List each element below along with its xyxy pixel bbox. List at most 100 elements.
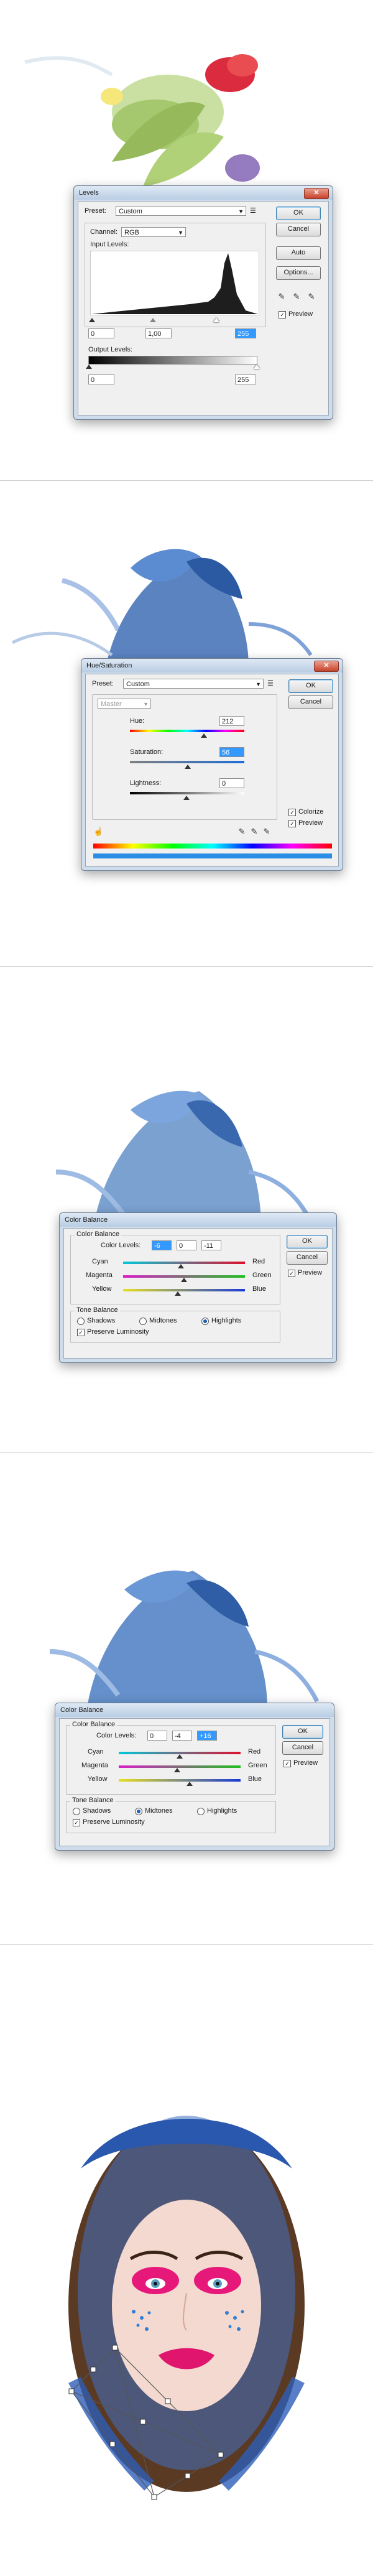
portrait-artwork	[68, 2116, 305, 2500]
close-icon[interactable]: ✕	[304, 188, 329, 199]
cancel-button[interactable]: Cancel	[287, 1251, 328, 1265]
yellow-blue-field[interactable]: +16	[197, 1731, 217, 1741]
output-black-field[interactable]: 0	[88, 374, 114, 384]
yellow-blue-field[interactable]: -11	[201, 1240, 221, 1250]
lightness-field[interactable]: 0	[219, 778, 244, 788]
panel-color-balance-1: Color Balance Color Balance Color Levels…	[0, 967, 373, 1452]
output-white-slider[interactable]	[254, 365, 260, 369]
preserve-luminosity-label: Preserve Luminosity	[87, 1328, 149, 1336]
preset-select[interactable]: Custom ▼	[123, 679, 264, 689]
colorize-label: Colorize	[298, 808, 324, 816]
yellow-label: Yellow	[92, 1285, 112, 1293]
midtones-radio[interactable]	[135, 1808, 142, 1815]
preview-checkbox[interactable]: ✓	[288, 1270, 295, 1277]
preview-label: Preview	[298, 819, 323, 827]
magenta-green-slider[interactable]	[181, 1278, 187, 1282]
auto-button[interactable]: Auto	[276, 246, 321, 260]
input-black-field[interactable]: 0	[88, 328, 114, 338]
flower-artwork-blue-refined	[49, 1570, 320, 1708]
eyedropper-gray-icon[interactable]: ✎	[292, 292, 301, 301]
preserve-luminosity-checkbox[interactable]: ✓	[77, 1329, 85, 1336]
saturation-slider[interactable]	[185, 765, 191, 769]
magenta-green-field[interactable]: -4	[172, 1731, 192, 1741]
title-bar: Hue/Saturation ✕	[81, 659, 343, 672]
preset-options-icon[interactable]: ☰	[267, 679, 274, 687]
group-label: Color Balance	[75, 1230, 122, 1238]
black-point-slider[interactable]	[89, 318, 95, 322]
hand-icon[interactable]: ☝	[93, 827, 103, 836]
channel-select[interactable]: RGB ▼	[121, 227, 186, 237]
cancel-button[interactable]: Cancel	[282, 1741, 323, 1755]
cyan-red-slider[interactable]	[178, 1264, 184, 1268]
color-balance-dialog: Color Balance Color Balance Color Levels…	[59, 1212, 337, 1363]
preset-label: Preset:	[92, 680, 114, 687]
eyedropper-white-icon[interactable]: ✎	[307, 292, 316, 301]
eyedropper-plus-icon[interactable]: ✎	[250, 827, 259, 836]
ok-button[interactable]: OK	[287, 1235, 328, 1248]
panel-color-balance-2: Color Balance Color Balance Color Levels…	[0, 1453, 373, 1944]
yellow-blue-slider[interactable]	[186, 1782, 193, 1786]
levels-dialog: Levels ✕ Preset: Custom ▼ ☰ Channel: RGB ▼…	[73, 185, 333, 420]
highlights-radio[interactable]	[197, 1808, 205, 1815]
white-point-slider[interactable]	[213, 318, 219, 322]
lightness-label: Lightness:	[130, 779, 162, 787]
chevron-down-icon: ▼	[143, 701, 149, 707]
preview-label: Preview	[288, 310, 313, 318]
ok-button[interactable]: OK	[282, 1725, 323, 1739]
eyedropper-black-icon[interactable]: ✎	[277, 292, 286, 301]
close-icon[interactable]: ✕	[314, 661, 339, 672]
title-bar: Color Balance	[60, 1213, 336, 1227]
input-gamma-field[interactable]: 1,00	[145, 328, 172, 338]
preset-select[interactable]: Custom ▼	[116, 206, 246, 216]
yellow-blue-track	[119, 1779, 241, 1782]
input-white-field[interactable]: 255	[235, 328, 256, 338]
midtones-radio[interactable]	[139, 1318, 147, 1325]
dialog-body: Preset: Custom ▼ ☰ Master ▼ Hue: 212 Satur…	[85, 674, 339, 867]
colorize-checkbox[interactable]: ✓	[288, 809, 296, 816]
output-white-field[interactable]: 255	[235, 374, 256, 384]
blue-label: Blue	[248, 1775, 262, 1783]
gamma-slider[interactable]	[150, 318, 156, 322]
master-select[interactable]: Master ▼	[98, 699, 151, 709]
yellow-blue-slider[interactable]	[175, 1291, 181, 1296]
preview-checkbox[interactable]: ✓	[288, 820, 296, 827]
preserve-luminosity-checkbox[interactable]: ✓	[73, 1819, 80, 1826]
eyedropper-minus-icon[interactable]: ✎	[262, 827, 271, 836]
output-black-slider[interactable]	[86, 365, 92, 369]
magenta-green-field[interactable]: 0	[177, 1240, 196, 1250]
dialog-title: Hue/Saturation	[86, 662, 132, 669]
input-levels-label: Input Levels:	[90, 241, 129, 248]
shadows-radio[interactable]	[73, 1808, 80, 1815]
cyan-red-field[interactable]: -6	[152, 1240, 172, 1250]
magenta-green-slider[interactable]	[174, 1768, 180, 1772]
preview-checkbox[interactable]: ✓	[283, 1760, 291, 1767]
ok-button[interactable]: OK	[288, 679, 333, 693]
saturation-label: Saturation:	[130, 748, 163, 756]
cyan-red-track	[123, 1262, 245, 1264]
hue-slider[interactable]	[201, 733, 207, 738]
hue-field[interactable]: 212	[219, 716, 244, 726]
shadows-radio[interactable]	[77, 1318, 85, 1325]
cyan-red-field[interactable]: 0	[147, 1731, 167, 1741]
channel-label: Channel:	[90, 228, 118, 236]
preserve-luminosity-label: Preserve Luminosity	[83, 1818, 145, 1826]
preview-checkbox[interactable]: ✓	[279, 311, 286, 319]
lightness-slider[interactable]	[183, 796, 190, 800]
highlights-radio[interactable]	[201, 1318, 209, 1325]
shadows-label: Shadows	[83, 1807, 111, 1815]
eyedropper-icon[interactable]: ✎	[237, 827, 246, 836]
cyan-red-slider[interactable]	[177, 1754, 183, 1759]
preset-options-icon[interactable]: ☰	[250, 207, 256, 215]
cancel-button[interactable]: Cancel	[288, 695, 333, 709]
channel-value: RGB	[124, 229, 139, 236]
options-button[interactable]: Options...	[276, 266, 321, 280]
ok-button[interactable]: OK	[276, 207, 321, 220]
magenta-label: Magenta	[81, 1762, 108, 1769]
tone-balance-group: Tone Balance Shadows Midtones Highlights…	[66, 1797, 276, 1833]
master-value: Master	[101, 700, 122, 708]
cancel-button[interactable]: Cancel	[276, 223, 321, 236]
yellow-blue-track	[123, 1289, 245, 1291]
panel-portrait	[0, 1945, 373, 2576]
group-label: Tone Balance	[70, 1797, 116, 1804]
saturation-field[interactable]: 56	[219, 747, 244, 757]
